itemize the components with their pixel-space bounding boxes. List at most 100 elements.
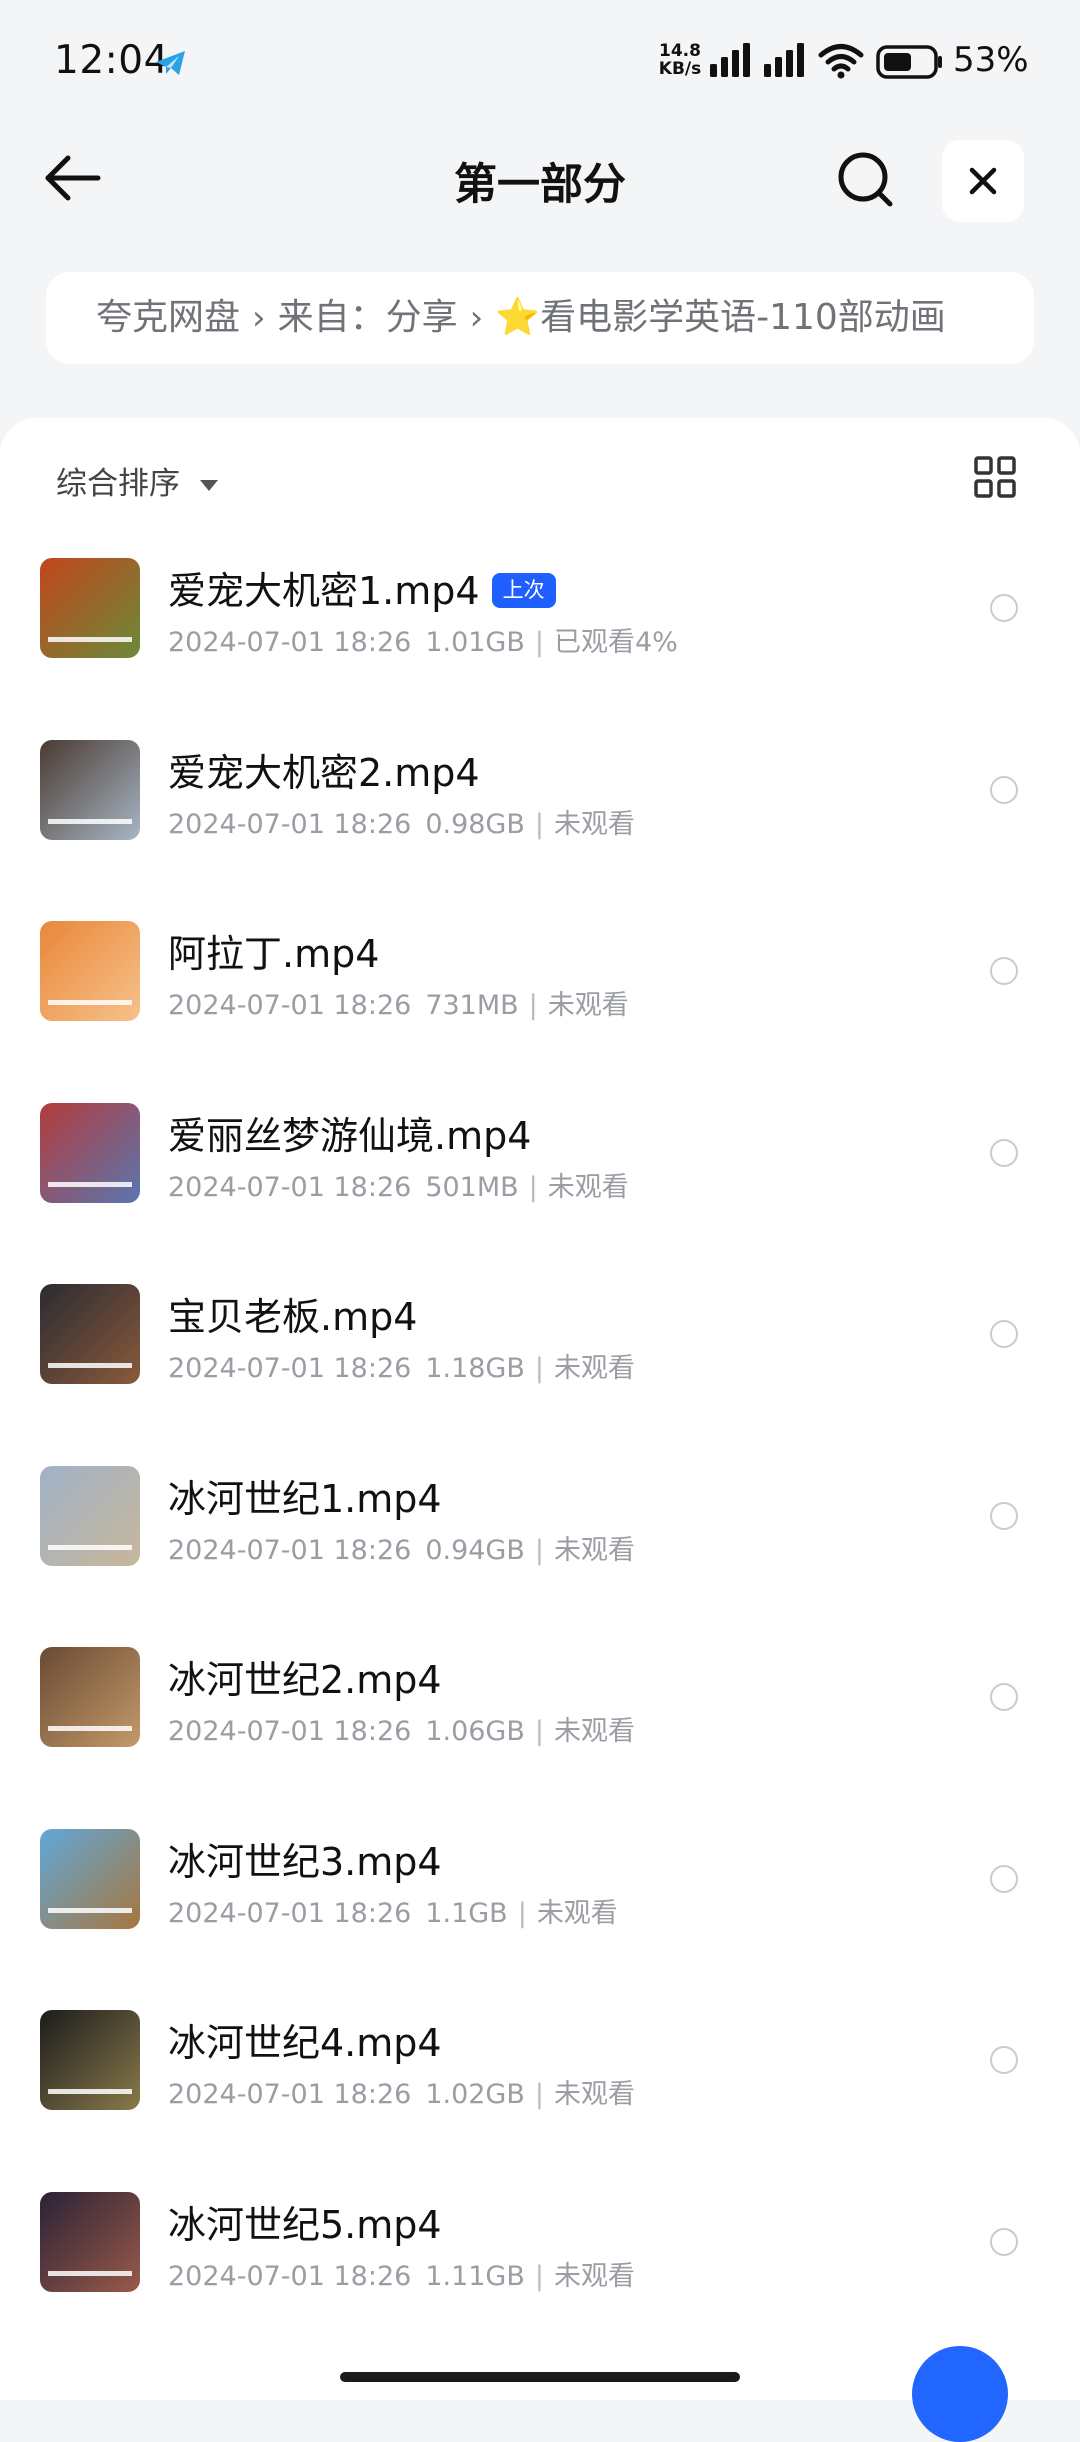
thumbnail-subtitle-strip xyxy=(48,2270,132,2276)
file-date: 2024-07-01 18:26 xyxy=(168,990,412,1021)
select-radio[interactable] xyxy=(990,594,1018,622)
file-meta: 2024-07-01 18:26 0.98GB | 未观看 xyxy=(168,802,635,841)
battery-icon xyxy=(876,45,942,79)
file-size: 1.02GB xyxy=(425,2079,525,2110)
file-meta: 2024-07-01 18:26 1.01GB | 已观看4% xyxy=(168,620,678,659)
file-row[interactable]: 阿拉丁.mp4 2024-07-01 18:26 731MB | 未观看 xyxy=(0,921,1080,1103)
page-title: 第一部分 xyxy=(454,160,626,210)
file-date: 2024-07-01 18:26 xyxy=(168,1171,412,1203)
file-row[interactable]: 爱丽丝梦游仙境.mp4 2024-07-01 18:26 501MB | 未观看 xyxy=(0,1102,1080,1285)
file-date: 2024-07-01 18:26 xyxy=(168,1897,412,1929)
network-speed-value: 14.8 xyxy=(659,41,701,61)
watch-status: 未观看 xyxy=(553,1534,635,1566)
file-row[interactable]: 冰河世纪3.mp4 2024-07-01 18:26 1.1GB | 未观看 xyxy=(0,1828,1080,2011)
meta-divider: | xyxy=(534,2079,544,2110)
file-name-text: 宝贝老板.mp4 xyxy=(168,1295,418,1339)
file-name: 爱宠大机密1.mp4 上次 xyxy=(168,560,556,615)
close-icon xyxy=(969,167,997,195)
watch-status: 未观看 xyxy=(547,1171,629,1203)
file-meta: 2024-07-01 18:26 731MB | 未观看 xyxy=(168,983,629,1022)
search-icon[interactable] xyxy=(832,146,898,212)
network-speed-unit: KB/s xyxy=(658,59,702,79)
back-arrow-icon[interactable] xyxy=(40,148,106,208)
file-list-panel: 综合排序 爱宠大机密1.mp4 上次 2024-07-01 18:26 1.01GB |… xyxy=(0,418,1080,2400)
breadcrumb: 夸克网盘 › 来自：分享 › ⭐看电影学英语-110部动画 xyxy=(46,272,1034,364)
file-meta: 2024-07-01 18:26 1.1GB | 未观看 xyxy=(168,1891,618,1930)
select-radio[interactable] xyxy=(990,957,1018,985)
video-thumbnail xyxy=(40,1465,140,1566)
file-row[interactable]: 冰河世纪4.mp4 2024-07-01 18:26 1.02GB | 未观看 xyxy=(0,2010,1080,2192)
close-button[interactable] xyxy=(942,140,1024,222)
breadcrumb-item-shared[interactable]: 来自：分享 xyxy=(278,297,458,338)
grid-view-icon[interactable] xyxy=(972,454,1018,500)
breadcrumb-item-root[interactable]: 夸克网盘 xyxy=(96,297,240,338)
select-radio[interactable] xyxy=(990,1501,1018,1530)
telegram-icon xyxy=(156,51,185,75)
video-thumbnail xyxy=(40,2191,140,2292)
file-size: 731MB xyxy=(425,990,519,1021)
last-watched-badge: 上次 xyxy=(491,573,556,608)
select-radio[interactable] xyxy=(990,1138,1018,1167)
watch-status: 未观看 xyxy=(553,808,635,840)
breadcrumb-item-folder[interactable]: ⭐看电影学英语-110部动画 xyxy=(495,297,946,338)
file-size: 501MB xyxy=(425,1171,519,1203)
file-name: 宝贝老板.mp4 xyxy=(168,1286,417,1341)
video-thumbnail xyxy=(40,739,140,840)
file-row[interactable]: 爱宠大机密2.mp4 2024-07-01 18:26 0.98GB | 未观看 xyxy=(0,739,1080,922)
select-radio[interactable] xyxy=(990,1683,1018,1711)
select-radio[interactable] xyxy=(990,2046,1018,2074)
file-name: 冰河世纪4.mp4 xyxy=(168,2012,442,2067)
select-radio[interactable] xyxy=(990,2227,1018,2256)
thumbnail-subtitle-strip xyxy=(48,1907,132,1913)
file-name-text: 阿拉丁.mp4 xyxy=(168,932,380,976)
select-radio[interactable] xyxy=(990,1864,1018,1893)
video-thumbnail xyxy=(40,1828,140,1929)
file-list: 爱宠大机密1.mp4 上次 2024-07-01 18:26 1.01GB | 已观看4%… xyxy=(0,558,1080,2373)
file-name-text: 爱宠大机密2.mp4 xyxy=(168,750,480,795)
file-size: 1.11GB xyxy=(425,2260,525,2292)
file-date: 2024-07-01 18:26 xyxy=(168,1716,412,1747)
select-radio[interactable] xyxy=(990,1320,1018,1348)
file-row[interactable]: 冰河世纪5.mp4 2024-07-01 18:26 1.11GB | 未观看 xyxy=(0,2191,1080,2374)
watch-status: 未观看 xyxy=(536,1897,618,1929)
select-radio[interactable] xyxy=(990,775,1018,804)
thumbnail-subtitle-strip xyxy=(48,1544,132,1550)
sort-label: 综合排序 xyxy=(56,466,180,502)
meta-divider: | xyxy=(534,1534,544,1566)
watch-status: 未观看 xyxy=(553,2079,635,2110)
sort-dropdown[interactable]: 综合排序 xyxy=(56,458,218,503)
file-size: 0.98GB xyxy=(425,808,525,840)
file-name: 阿拉丁.mp4 xyxy=(168,923,379,978)
file-name: 爱丽丝梦游仙境.mp4 xyxy=(168,1105,531,1160)
file-row[interactable]: 宝贝老板.mp4 2024-07-01 18:26 1.18GB | 未观看 xyxy=(0,1284,1080,1466)
file-row[interactable]: 冰河世纪1.mp4 2024-07-01 18:26 0.94GB | 未观看 xyxy=(0,1465,1080,1648)
file-name-text: 冰河世纪4.mp4 xyxy=(168,2021,442,2065)
signal-icon xyxy=(764,43,804,77)
watch-status: 未观看 xyxy=(553,1353,635,1384)
file-name-text: 冰河世纪1.mp4 xyxy=(168,1476,442,1521)
file-size: 1.18GB xyxy=(425,1353,525,1384)
file-row[interactable]: 爱宠大机密1.mp4 上次 2024-07-01 18:26 1.01GB | 已观看4% xyxy=(0,558,1080,740)
video-thumbnail xyxy=(40,1102,140,1203)
file-meta: 2024-07-01 18:26 1.02GB | 未观看 xyxy=(168,2072,635,2111)
meta-divider: | xyxy=(528,1171,538,1203)
thumbnail-subtitle-strip xyxy=(48,1726,132,1731)
video-thumbnail xyxy=(40,558,140,658)
file-name: 冰河世纪3.mp4 xyxy=(168,1831,442,1886)
file-row[interactable]: 冰河世纪2.mp4 2024-07-01 18:26 1.06GB | 未观看 xyxy=(0,1647,1080,1829)
home-indicator[interactable] xyxy=(340,2372,740,2382)
dropdown-arrow-icon xyxy=(200,480,218,491)
meta-divider: | xyxy=(534,627,544,658)
status-time: 12:04 xyxy=(54,38,169,83)
floating-action-button[interactable] xyxy=(912,2346,1008,2442)
video-thumbnail xyxy=(40,921,140,1021)
file-size: 1.06GB xyxy=(425,1716,525,1747)
battery-percentage: 53% xyxy=(953,40,1029,80)
file-meta: 2024-07-01 18:26 1.18GB | 未观看 xyxy=(168,1346,635,1385)
file-date: 2024-07-01 18:26 xyxy=(168,2260,412,2292)
meta-divider: | xyxy=(528,990,538,1021)
file-name: 冰河世纪1.mp4 xyxy=(168,1468,442,1523)
watch-status: 未观看 xyxy=(553,1716,635,1747)
file-meta: 2024-07-01 18:26 1.06GB | 未观看 xyxy=(168,1709,635,1748)
meta-divider: | xyxy=(534,2260,544,2292)
